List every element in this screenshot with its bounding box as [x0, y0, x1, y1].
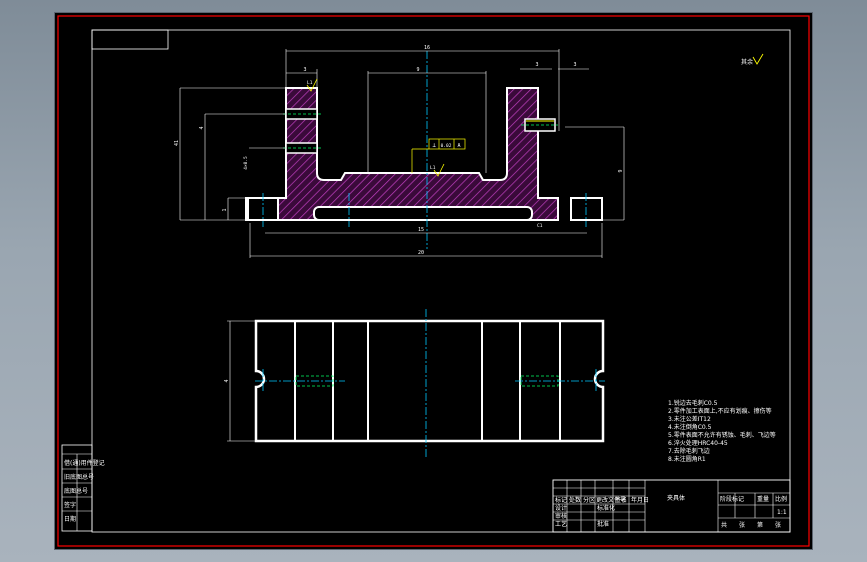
- drawing-sheet: 16 3 9 3 3 41 4 1 4×0.5 9 15 20 L1 L1 C1…: [55, 13, 812, 549]
- svg-text:阶段标记: 阶段标记: [720, 495, 744, 503]
- technical-notes: 1.锐边去毛刺C0.5 2.零件加工表面上,不应有划痕、擦伤等 3.未注公差IT…: [668, 399, 776, 463]
- svg-text:借(通)用件登记: 借(通)用件登记: [64, 459, 105, 467]
- dim-left-height: 41: [174, 140, 180, 146]
- svg-text:张: 张: [739, 521, 745, 529]
- svg-text:6.淬火处理HRC40-45: 6.淬火处理HRC40-45: [668, 439, 728, 447]
- side-table: 借(通)用件登记 旧底图总号 底图总号 签字 日期: [61, 444, 105, 532]
- svg-text:设计: 设计: [555, 504, 567, 512]
- hole-label-left: L1: [307, 80, 313, 86]
- svg-text:其余: 其余: [741, 58, 753, 66]
- front-view: 16 3 9 3 3 41 4 1 4×0.5 9 15 20 L1 L1 C1…: [174, 45, 625, 258]
- dim-top-left: 4: [224, 379, 230, 382]
- section-body: [245, 87, 559, 221]
- dim-right-ear-offset: 3: [573, 62, 576, 68]
- svg-text:A: A: [457, 143, 460, 149]
- svg-text:年月日: 年月日: [631, 496, 649, 504]
- scale-value: 1:1: [777, 509, 787, 516]
- outer-border: [57, 15, 810, 547]
- dim-left-mid: 4: [199, 126, 205, 129]
- svg-text:共: 共: [721, 521, 727, 529]
- title-block: 标记 处数 分区 更改文件号 签名 年月日 设计 审核 工艺 标准化 批准 夹具…: [552, 479, 791, 533]
- top-view: 4: [224, 309, 605, 459]
- svg-text:签名: 签名: [615, 496, 627, 504]
- dim-bottom-overall: 20: [418, 250, 424, 256]
- svg-text:分区: 分区: [583, 496, 595, 504]
- svg-text:工艺: 工艺: [555, 520, 567, 528]
- svg-text:8.未注圆角R1: 8.未注圆角R1: [668, 455, 706, 463]
- svg-text:处数: 处数: [569, 496, 581, 504]
- svg-text:第: 第: [757, 521, 763, 529]
- svg-text:⊥: ⊥: [432, 142, 436, 149]
- svg-text:标准化: 标准化: [597, 504, 615, 512]
- gdt-frame: ⊥ 0.02 A: [411, 138, 466, 173]
- cad-drawing: 16 3 9 3 3 41 4 1 4×0.5 9 15 20 L1 L1 C1…: [57, 15, 810, 547]
- svg-text:4.未注倒角C0.5: 4.未注倒角C0.5: [668, 423, 712, 431]
- dim-left-chamfer: 4×0.5: [243, 156, 249, 170]
- svg-text:审核: 审核: [555, 512, 567, 520]
- code-box: [91, 29, 169, 50]
- dim-left-bottom: 1: [222, 208, 228, 211]
- dim-right-height: 9: [618, 169, 624, 172]
- hole-label-right: L1: [430, 165, 436, 171]
- svg-text:7.去除毛刺飞边: 7.去除毛刺飞边: [668, 447, 710, 455]
- svg-text:标记: 标记: [555, 496, 567, 504]
- svg-text:0.02: 0.02: [441, 143, 452, 149]
- bottom-slot: [313, 206, 533, 221]
- dim-bottom-slot: 15: [418, 227, 424, 233]
- svg-text:重量: 重量: [757, 495, 769, 503]
- right-tab: [570, 197, 603, 221]
- svg-text:2.零件加工表面上,不应有划痕、擦伤等: 2.零件加工表面上,不应有划痕、擦伤等: [668, 407, 772, 415]
- dim-left-ear: 3: [303, 67, 306, 73]
- roughness-symbol: 其余: [741, 53, 764, 66]
- svg-text:1.锐边去毛刺C0.5: 1.锐边去毛刺C0.5: [668, 399, 718, 407]
- dim-center-gap: 9: [416, 67, 419, 73]
- corner-label: C1: [537, 223, 543, 229]
- svg-text:底图总号: 底图总号: [64, 487, 88, 495]
- dim-right-ear: 3: [535, 62, 538, 68]
- dim-overall-top: 16: [424, 45, 430, 51]
- svg-text:日期: 日期: [64, 515, 76, 523]
- svg-text:旧底图总号: 旧底图总号: [64, 473, 94, 481]
- svg-text:批准: 批准: [597, 520, 609, 528]
- svg-text:比例: 比例: [775, 495, 787, 503]
- svg-text:张: 张: [775, 521, 781, 529]
- svg-text:签字: 签字: [64, 501, 76, 509]
- part-name: 夹具体: [667, 494, 685, 502]
- svg-text:3.未注公差IT12: 3.未注公差IT12: [668, 415, 711, 423]
- svg-text:5.零件表面不允许有锈蚀、毛刺、飞边等: 5.零件表面不允许有锈蚀、毛刺、飞边等: [668, 431, 776, 439]
